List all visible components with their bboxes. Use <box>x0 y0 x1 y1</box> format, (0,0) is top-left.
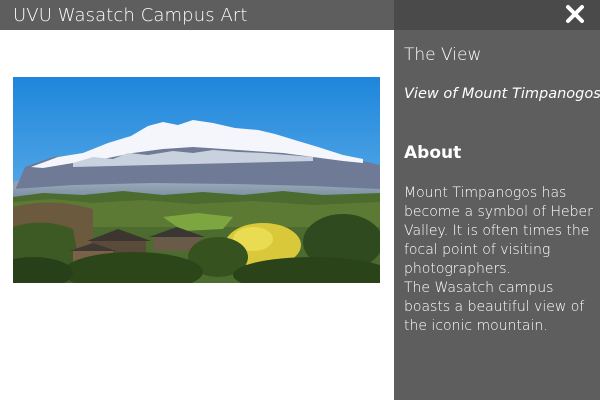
about-paragraph: The Wasatch campus boasts a beautiful vi… <box>404 280 585 334</box>
header-bar: UVU Wasatch Campus Art <box>0 0 394 30</box>
mountain-photo[interactable] <box>13 77 380 283</box>
app-title: UVU Wasatch Campus Art <box>13 5 248 26</box>
close-icon[interactable] <box>562 3 588 27</box>
about-heading: About <box>404 143 462 163</box>
about-paragraph: Mount Timpanogos has become a symbol of … <box>404 185 593 277</box>
panel-title: The View <box>404 45 482 65</box>
about-text: Mount Timpanogos has become a symbol of … <box>404 184 596 336</box>
image-caption: View of Mount Timpanogos <box>404 86 600 102</box>
info-panel: The View View of Mount Timpanogos About … <box>394 0 600 400</box>
